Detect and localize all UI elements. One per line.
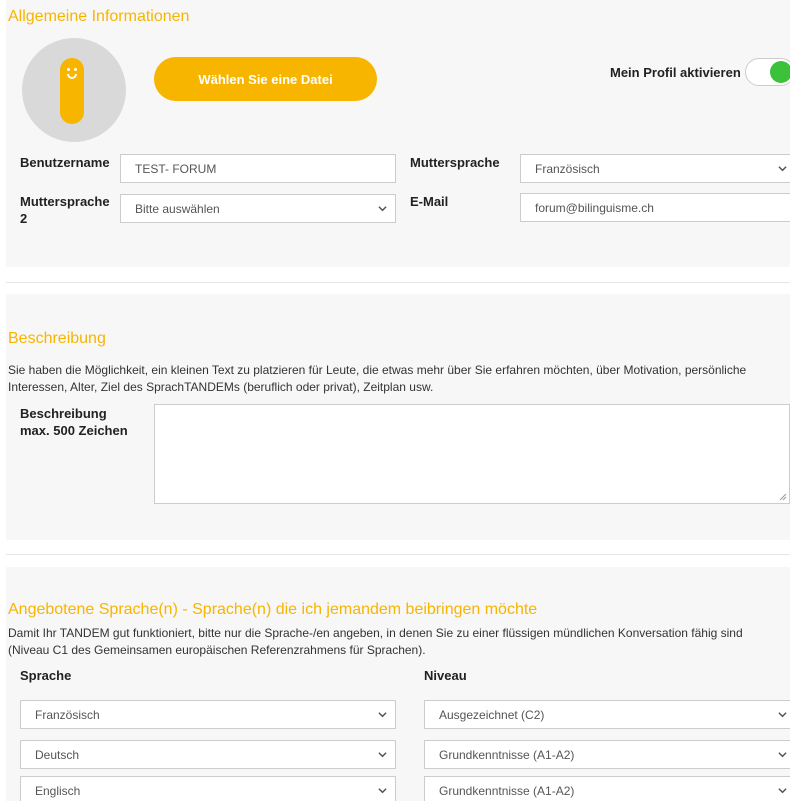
- resize-grip-icon[interactable]: [779, 493, 787, 501]
- general-info-panel: Allgemeine Informationen Wählen Sie eine…: [6, 0, 790, 267]
- profile-active-label: Mein Profil aktivieren: [610, 65, 741, 80]
- offered-language-select-1[interactable]: Französisch: [20, 700, 396, 729]
- description-textarea[interactable]: [154, 404, 790, 504]
- offered-languages-help-text: Damit Ihr TANDEM gut funktioniert, bitte…: [8, 626, 743, 657]
- chevron-down-icon: [778, 712, 787, 718]
- chevron-down-icon: [378, 206, 387, 212]
- description-help-text: Sie haben die Möglichkeit, ein kleinen T…: [8, 363, 747, 394]
- chevron-down-icon: [778, 788, 787, 794]
- profile-active-toggle[interactable]: [745, 58, 790, 86]
- section-divider: [6, 554, 790, 555]
- username-label: Benutzername: [20, 155, 110, 170]
- email-label: E-Mail: [410, 194, 449, 209]
- chevron-down-icon: [778, 752, 787, 758]
- offered-languages-title: Angebotene Sprache(n) - Sprache(n) die i…: [8, 601, 538, 618]
- avatar-placeholder-icon: [60, 58, 84, 124]
- offered-language-select-2[interactable]: Deutsch: [20, 740, 396, 769]
- username-input[interactable]: TEST- FORUM: [120, 154, 396, 183]
- mother-tongue-select[interactable]: Französisch: [520, 154, 790, 183]
- chevron-down-icon: [778, 166, 787, 172]
- language-column-header: Sprache: [20, 668, 72, 683]
- mother-tongue2-value: Bitte auswählen: [135, 201, 220, 216]
- avatar: [22, 38, 126, 142]
- chevron-down-icon: [378, 752, 387, 758]
- mother-tongue-label: Muttersprache: [410, 155, 500, 170]
- section-divider: [6, 282, 790, 283]
- mother-tongue2-label: Muttersprache 2: [20, 194, 110, 226]
- mother-tongue-value: Französisch: [535, 161, 600, 176]
- mother-tongue2-select[interactable]: Bitte auswählen: [120, 194, 396, 223]
- chevron-down-icon: [378, 712, 387, 718]
- description-field-label: Beschreibung max. 500 Zeichen: [20, 406, 128, 438]
- toggle-knob: [770, 61, 790, 83]
- description-panel: Beschreibung Sie haben die Möglichkeit, …: [6, 294, 790, 540]
- offered-level-select-3[interactable]: Grundkenntnisse (A1-A2): [424, 776, 790, 801]
- offered-language-select-3[interactable]: Englisch: [20, 776, 396, 801]
- general-info-title: Allgemeine Informationen: [8, 8, 190, 25]
- chevron-down-icon: [378, 788, 387, 794]
- offered-level-select-1[interactable]: Ausgezeichnet (C2): [424, 700, 790, 729]
- description-title: Beschreibung: [8, 330, 106, 347]
- choose-file-button[interactable]: Wählen Sie eine Datei: [154, 57, 377, 101]
- offered-level-select-2[interactable]: Grundkenntnisse (A1-A2): [424, 740, 790, 769]
- offered-languages-panel: Angebotene Sprache(n) - Sprache(n) die i…: [6, 567, 790, 801]
- email-input[interactable]: forum@bilinguisme.ch: [520, 193, 790, 222]
- level-column-header: Niveau: [424, 668, 467, 683]
